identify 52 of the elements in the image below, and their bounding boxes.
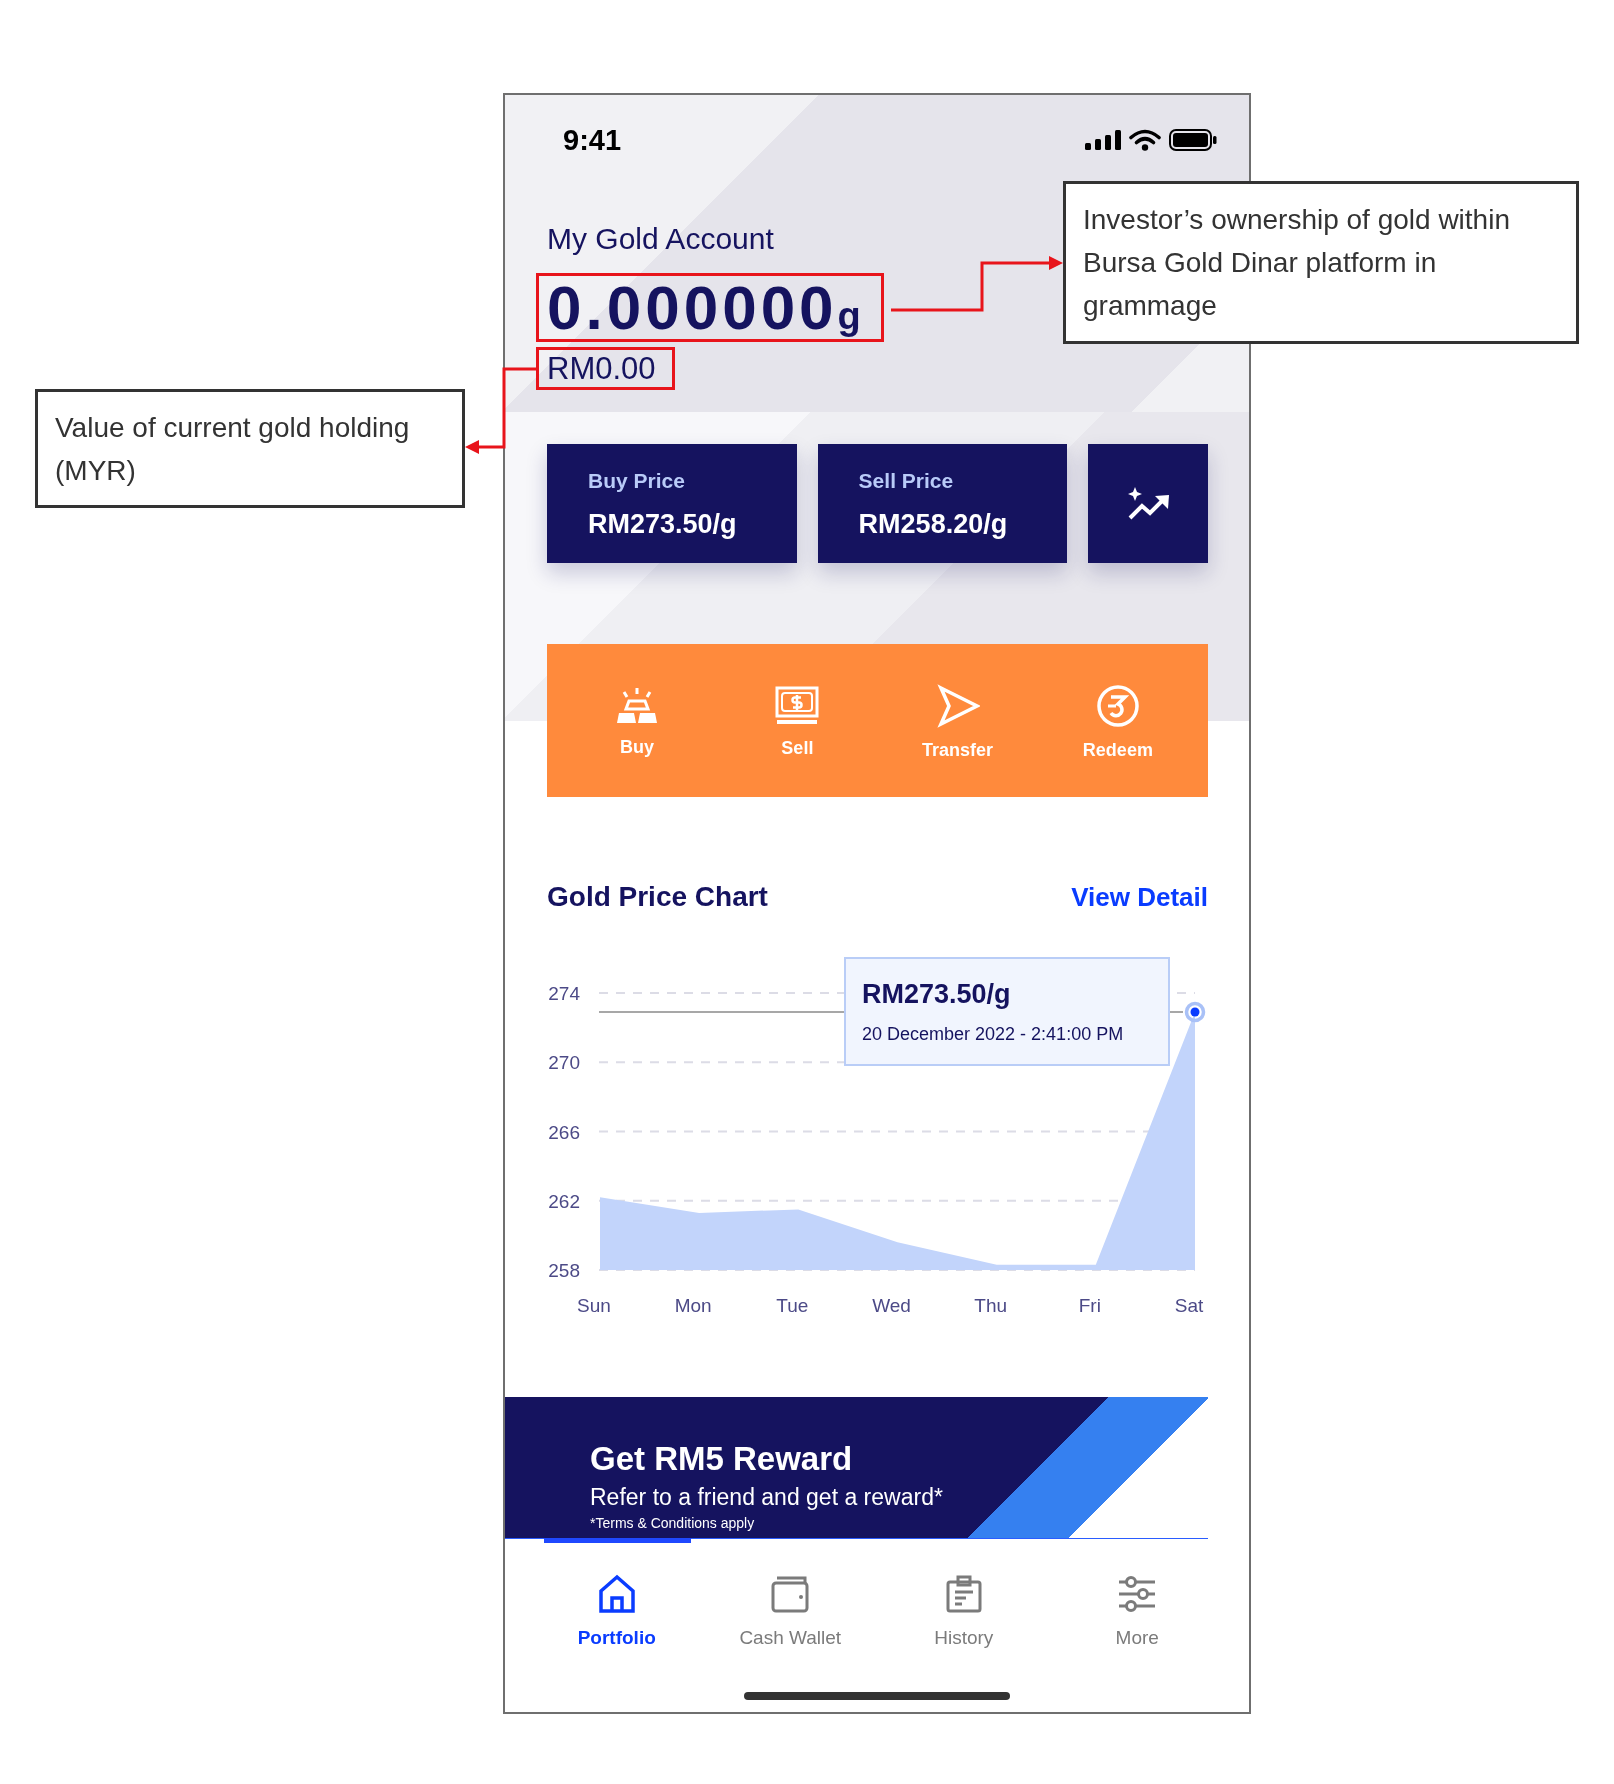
section-title: Gold Price Chart — [547, 881, 768, 913]
tooltip-price: RM273.50/g — [862, 978, 1011, 1011]
price-trend-button[interactable] — [1088, 444, 1208, 563]
signal-icon — [1085, 130, 1121, 150]
sliders-icon — [1117, 1574, 1158, 1614]
action-button[interactable]: Sell — [717, 648, 878, 797]
account-title: My Gold Account — [547, 221, 774, 257]
wifi-icon — [1129, 129, 1161, 151]
nav-tab[interactable]: More — [1050, 1574, 1224, 1649]
banner-title: Get RM5 Reward — [590, 1439, 853, 1479]
trend-arrow-icon — [1126, 485, 1171, 522]
annotation-callout: Value of current gold holding (MYR) — [35, 389, 465, 508]
action-button[interactable]: Buy — [557, 648, 718, 797]
status-time: 9:41 — [563, 123, 622, 157]
balance-amount: 0.000000 — [547, 276, 838, 339]
axis-category-label: Sat — [1174, 1295, 1204, 1316]
axis-tick-label: 258 — [548, 1260, 580, 1281]
home-icon — [596, 1574, 637, 1614]
banner-terms: *Terms & Conditions apply — [590, 1514, 755, 1532]
axis-tick-label: 270 — [548, 1052, 580, 1074]
axis-category-label: Sun — [577, 1295, 611, 1316]
action-button[interactable]: Transfer — [877, 648, 1038, 797]
axis-tick-label: 266 — [548, 1121, 580, 1143]
nav-tab[interactable]: Portfolio — [530, 1574, 704, 1649]
coin-icon — [1095, 683, 1140, 728]
banner-subtitle: Refer to a friend and get a reward* — [590, 1483, 943, 1512]
battery-icon — [1169, 129, 1217, 151]
axis-category-label: Wed — [872, 1295, 911, 1316]
cash-note-icon — [775, 685, 820, 726]
send-icon — [935, 683, 980, 728]
data-point-marker — [1184, 1001, 1206, 1023]
axis-category-label: Mon — [674, 1295, 712, 1316]
nav-tab[interactable]: History — [877, 1574, 1051, 1649]
axis-tick-label: 274 — [548, 983, 580, 1004]
action-button[interactable]: Redeem — [1037, 648, 1198, 797]
nav-tab[interactable]: Cash Wallet — [703, 1574, 877, 1649]
tooltip-timestamp: 20 December 2022 - 2:41:00 PM — [862, 1023, 1124, 1046]
axis-tick-label: 262 — [548, 1190, 580, 1212]
axis-category-label: Thu — [974, 1295, 1008, 1316]
view-detail-link[interactable]: View Detail — [1071, 881, 1208, 913]
axis-category-label: Tue — [776, 1295, 809, 1316]
wallet-icon — [770, 1574, 811, 1614]
annotation-callout: Investor’s ownership of gold within Bursa Gold Dinar platform in grammage — [1063, 181, 1579, 344]
bullion-bars-icon — [615, 686, 660, 725]
balance-unit: g — [837, 296, 861, 336]
price-label: Sell Price — [858, 469, 954, 493]
holding-value: RM0.00 — [547, 350, 656, 387]
price-value: RM258.20/g — [858, 508, 1008, 540]
promo-banner[interactable]: Get RM5 Reward Refer to a friend and get a reward* *Terms & Conditions apply — [505, 1397, 1208, 1538]
axis-category-label: Fri — [1078, 1295, 1101, 1316]
price-value: RM273.50/g — [588, 508, 737, 540]
price-label: Buy Price — [588, 469, 685, 493]
